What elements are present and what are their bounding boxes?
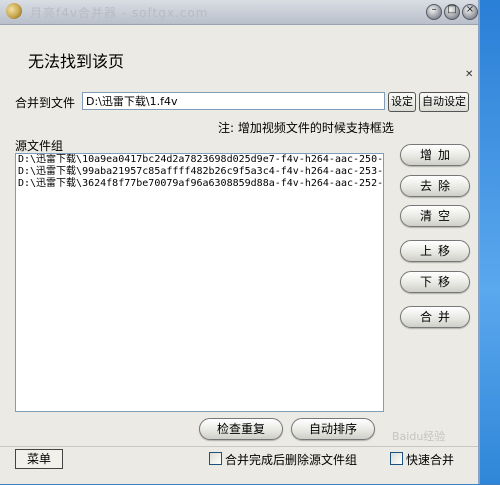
auto-sort-button[interactable]: 自动排序 bbox=[291, 418, 375, 440]
list-item[interactable]: D:\迅雷下载\10a9ea0417bc24d2a7823698d025d9e7… bbox=[16, 154, 383, 166]
delete-after-merge-checkbox[interactable] bbox=[209, 452, 222, 465]
source-file-list[interactable]: D:\迅雷下载\10a9ea0417bc24d2a7823698d025d9e7… bbox=[15, 153, 384, 412]
list-item[interactable]: D:\迅雷下载\99aba21957c85affff482b26c9f5a3c4… bbox=[16, 166, 383, 178]
quick-merge-label: 快速合并 bbox=[406, 453, 455, 467]
minimize-button[interactable]: – bbox=[426, 4, 442, 20]
menu-button[interactable]: 菜单 bbox=[15, 449, 63, 469]
maximize-icon: □ bbox=[447, 4, 457, 15]
list-item[interactable]: D:\迅雷下载\3624f8f77be70079af96a6308859d88a… bbox=[16, 178, 383, 190]
close-button[interactable]: × bbox=[462, 4, 478, 20]
app-window: 月亮f4v合并器 - softgx.com – □ × 无法找到该页 ✕ 合并到… bbox=[0, 0, 480, 484]
embedded-browser-message: 无法找到该页 bbox=[28, 52, 125, 71]
clear-button[interactable]: 清空 bbox=[400, 205, 470, 227]
window-title: 月亮f4v合并器 - softgx.com bbox=[30, 6, 209, 20]
title-bar: 月亮f4v合并器 - softgx.com – □ × bbox=[0, 0, 478, 25]
delete-after-merge-label: 合并完成后删除源文件组 bbox=[225, 453, 358, 467]
watermark: Baidu经验 bbox=[392, 430, 446, 443]
remove-button[interactable]: 去除 bbox=[400, 175, 470, 197]
minimize-icon: – bbox=[431, 4, 437, 15]
source-group-label: 源文件组 bbox=[15, 139, 64, 153]
close-icon: × bbox=[465, 4, 475, 15]
moon-app-icon bbox=[6, 3, 22, 19]
move-up-button[interactable]: 上移 bbox=[400, 240, 470, 262]
merge-target-label: 合并到文件 bbox=[15, 96, 76, 110]
auto-set-button[interactable]: 自动设定 bbox=[419, 92, 469, 112]
set-button[interactable]: 设定 bbox=[388, 92, 416, 112]
quick-merge-checkbox[interactable] bbox=[390, 452, 403, 465]
merge-button[interactable]: 合并 bbox=[400, 306, 470, 328]
add-button[interactable]: 增加 bbox=[400, 144, 470, 166]
note-text: 注: 增加视频文件的时候支持框选 bbox=[218, 121, 394, 135]
close-x-icon[interactable]: ✕ bbox=[465, 69, 473, 80]
merge-target-input[interactable] bbox=[82, 92, 385, 110]
check-duplicates-button[interactable]: 检查重复 bbox=[199, 418, 283, 440]
move-down-button[interactable]: 下移 bbox=[400, 271, 470, 293]
maximize-button[interactable]: □ bbox=[444, 4, 460, 20]
